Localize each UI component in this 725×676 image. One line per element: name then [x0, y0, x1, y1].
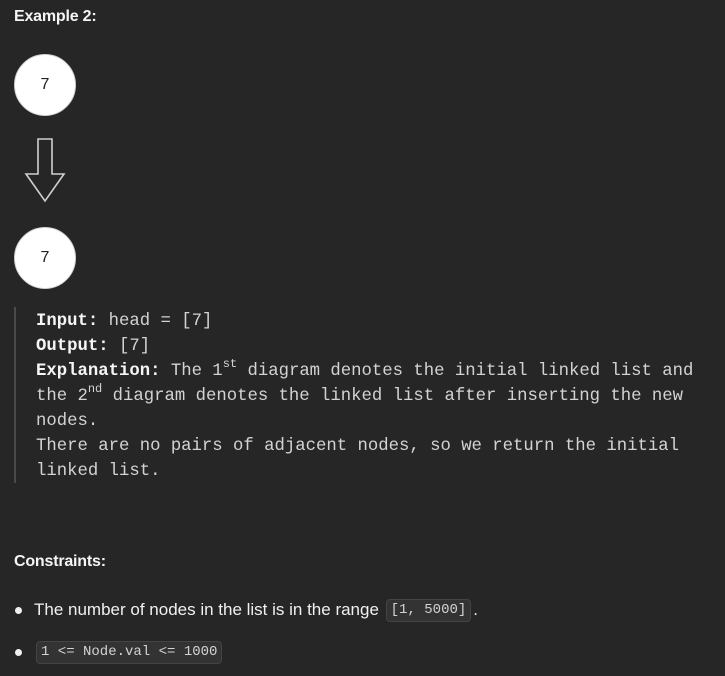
- output-line: Output: [7]: [36, 334, 714, 359]
- inline-code: 1 <= Node.val <= 1000: [36, 640, 223, 664]
- input-line: Input: head = [7]: [36, 309, 714, 334]
- constraint-suffix: .: [473, 600, 479, 619]
- explanation-line: There are no pairs of adjacent nodes, so…: [36, 437, 679, 456]
- explanation-text: The 1: [160, 362, 223, 381]
- constraints-title: Constraints:: [14, 553, 106, 570]
- explanation-line: Explanation: The 1st diagram denotes the…: [36, 357, 714, 384]
- bullet-icon: [15, 649, 22, 656]
- explanation-text: the 2: [36, 387, 88, 406]
- bullet-icon: [15, 607, 22, 614]
- explanation-sup: nd: [87, 382, 103, 397]
- linked-list-diagram: 7 7: [14, 54, 78, 290]
- input-value: head = [7]: [98, 312, 213, 331]
- example-details: Input: head = [7] Output: [7] Explanatio…: [14, 307, 714, 483]
- output-label: Output:: [36, 337, 109, 356]
- constraints-list: The number of nodes in the list is in th…: [14, 594, 714, 668]
- diagram-node-after: 7: [14, 227, 76, 289]
- constraint-text: The number of nodes in the list is in th…: [34, 600, 384, 619]
- explanation-line: the 2nd diagram denotes the linked list …: [36, 382, 714, 409]
- explanation-line: linked list.: [36, 462, 161, 481]
- diagram-node-before: 7: [14, 54, 76, 116]
- list-item: The number of nodes in the list is in th…: [14, 594, 714, 626]
- explanation-line: nodes.: [36, 412, 99, 431]
- down-arrow-icon: [24, 138, 66, 203]
- explanation-sup: st: [222, 357, 238, 372]
- output-value: [7]: [108, 337, 151, 356]
- example-title: Example 2:: [14, 8, 97, 25]
- explanation-label: Explanation:: [36, 362, 161, 381]
- explanation-text: diagram denotes the linked list after in…: [102, 387, 684, 406]
- explanation-text: diagram denotes the initial linked list …: [237, 362, 694, 381]
- inline-code: [1, 5000]: [385, 598, 472, 622]
- input-label: Input:: [36, 312, 99, 331]
- list-item: 1 <= Node.val <= 1000: [14, 636, 714, 668]
